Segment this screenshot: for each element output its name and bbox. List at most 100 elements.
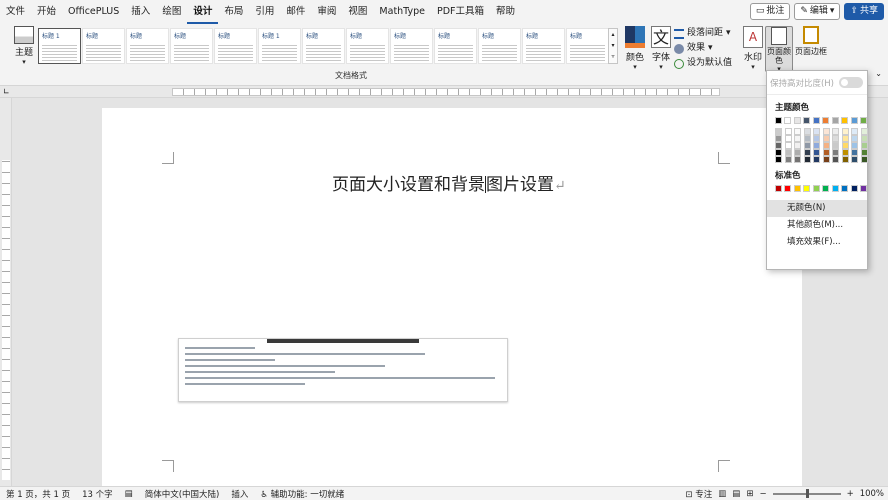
comments-button[interactable]: ▭ 批注 [749,3,791,20]
document-page[interactable]: 页面大小设置和背景图片设置↵ [102,108,802,496]
read-mode-icon[interactable]: ▥ [718,489,726,499]
color-swatch[interactable] [775,117,782,124]
menu-item[interactable]: 视图 [342,0,373,24]
color-swatch[interactable] [784,156,792,163]
fonts-button[interactable]: 文 字体 ▾ [646,26,676,72]
color-swatch[interactable] [775,135,782,142]
set-default-button[interactable]: 设为默认值 [674,56,732,71]
menu-item[interactable]: 布局 [218,0,249,24]
color-swatch[interactable] [813,142,820,149]
more-colors-item[interactable]: 其他颜色(M)... [767,217,867,234]
collapse-ribbon-icon[interactable]: ⌄ [875,69,882,78]
color-swatch[interactable] [841,185,849,192]
color-swatch[interactable] [775,156,782,163]
style-set-thumbnail[interactable]: 标题 [390,28,433,64]
color-swatch[interactable] [822,128,830,135]
style-set-thumbnail[interactable]: 标题 [126,28,169,64]
color-swatch[interactable] [851,128,858,135]
paragraph-spacing-button[interactable]: 段落间距 ▾ [674,26,732,41]
color-swatch[interactable] [784,128,792,135]
color-swatch[interactable] [851,142,858,149]
color-swatch[interactable] [832,135,839,142]
style-set-thumbnail[interactable]: 标题 1 [38,28,81,64]
color-swatch[interactable] [794,149,801,156]
menu-item[interactable]: OfficePLUS [62,0,125,24]
print-layout-icon[interactable]: ▤ [732,489,740,499]
color-swatch[interactable] [794,135,801,142]
menu-item[interactable]: 引用 [249,0,280,24]
color-swatch[interactable] [803,156,811,163]
color-swatch[interactable] [832,149,839,156]
color-swatch[interactable] [784,117,792,124]
style-set-thumbnail[interactable]: 标题 [214,28,257,64]
color-swatch[interactable] [832,128,839,135]
color-swatch[interactable] [775,142,782,149]
zoom-level[interactable]: 100% [860,489,884,499]
color-swatch[interactable] [812,117,820,124]
color-swatch[interactable] [841,142,849,149]
horizontal-ruler[interactable] [0,86,888,98]
color-swatch[interactable] [832,142,839,149]
style-set-thumbnail[interactable]: 标题 [346,28,389,64]
menu-item[interactable]: PDF工具箱 [431,0,490,24]
share-button[interactable]: ⇪ 共享 [844,3,884,20]
color-swatch[interactable] [812,185,820,192]
accessibility-status[interactable]: ♿ 辅助功能: 一切就绪 [254,488,350,500]
color-swatch[interactable] [851,156,858,163]
menu-item[interactable]: 插入 [125,0,156,24]
color-swatch[interactable] [793,117,801,124]
color-swatch[interactable] [832,156,839,163]
style-set-thumbnail[interactable]: 标题 [302,28,345,64]
menu-item[interactable]: 开始 [31,0,62,24]
document-title[interactable]: 页面大小设置和背景图片设置↵ [332,170,566,195]
color-swatch[interactable] [860,156,868,163]
color-swatch[interactable] [775,128,782,135]
color-swatch[interactable] [803,149,811,156]
color-swatch[interactable] [850,117,858,124]
tab-selector[interactable]: ∟ [3,87,10,96]
color-swatch[interactable] [860,185,868,192]
page-borders-button[interactable]: 页面边框 [795,26,827,72]
color-swatch[interactable] [803,128,811,135]
gallery-scroll[interactable]: ▴ ▾ ▿ [608,28,618,64]
style-set-thumbnail[interactable]: 标题 [434,28,477,64]
color-swatch[interactable] [860,117,868,124]
insert-mode[interactable]: 插入 [225,488,254,500]
menu-item[interactable]: 文件 [0,0,31,24]
color-swatch[interactable] [784,185,792,192]
menu-item[interactable]: 设计 [187,0,219,24]
color-swatch[interactable] [793,185,801,192]
color-swatch[interactable] [794,142,801,149]
no-color-item[interactable]: 无颜色(N) [767,200,867,217]
color-swatch[interactable] [813,135,820,142]
color-swatch[interactable] [850,185,858,192]
color-swatch[interactable] [841,117,849,124]
color-swatch[interactable] [784,142,792,149]
color-swatch[interactable] [851,149,858,156]
menu-item[interactable]: 审阅 [311,0,342,24]
color-swatch[interactable] [841,149,849,156]
color-swatch[interactable] [822,185,830,192]
color-swatch[interactable] [803,185,811,192]
menu-item[interactable]: 邮件 [280,0,311,24]
watermark-button[interactable]: A 水印 ▾ [738,26,768,72]
edit-button[interactable]: ✎ 编辑 ▾ [794,3,841,20]
color-swatch[interactable] [813,149,820,156]
color-swatch[interactable] [794,128,801,135]
color-swatch[interactable] [831,185,839,192]
zoom-in-icon[interactable]: + [847,489,854,499]
style-set-thumbnail[interactable]: 标题 [522,28,565,64]
word-count[interactable]: 13 个字 [76,488,119,500]
style-set-thumbnail[interactable]: 标题 1 [258,28,301,64]
color-swatch[interactable] [841,135,849,142]
color-swatch[interactable] [841,128,849,135]
fill-effects-item[interactable]: 填充效果(F)... [767,234,867,251]
color-swatch[interactable] [803,117,811,124]
color-swatch[interactable] [784,135,792,142]
color-swatch[interactable] [860,135,868,142]
zoom-slider[interactable] [772,489,841,498]
style-set-thumbnail[interactable]: 标题 [478,28,521,64]
color-swatch[interactable] [841,156,849,163]
color-swatch[interactable] [860,149,868,156]
color-swatch[interactable] [813,128,820,135]
